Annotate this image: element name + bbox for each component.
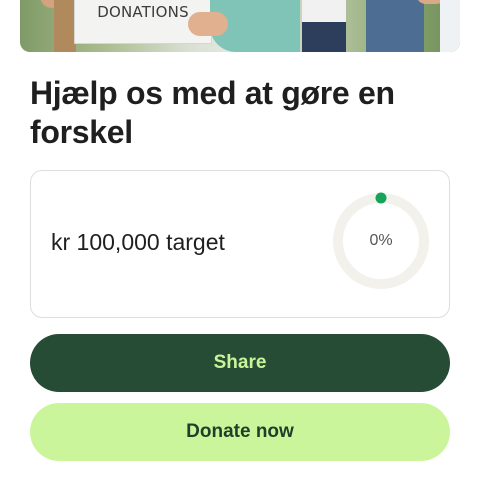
progress-percentage: 0%	[369, 232, 393, 249]
hero-person-jeans	[366, 0, 424, 52]
page-title: Hjælp os med at gøre en forskel	[30, 75, 395, 150]
donate-button-label: Donate now	[186, 421, 294, 442]
hero-image: DONATIONS	[20, 0, 460, 52]
hero-person-right	[440, 0, 460, 52]
hero-child-shirt	[302, 0, 346, 22]
target-amount: kr 100,000 target	[51, 229, 225, 255]
progress-ring: 0%	[331, 191, 431, 291]
hero-hand	[188, 12, 228, 36]
donate-now-button[interactable]: Donate now	[30, 403, 450, 461]
fundraiser-progress-card: kr 100,000 target 0%	[30, 170, 450, 318]
hero-child-pants	[302, 22, 346, 52]
share-button[interactable]: Share	[30, 334, 450, 392]
hero-donation-box	[54, 0, 76, 52]
share-button-label: Share	[213, 352, 267, 373]
